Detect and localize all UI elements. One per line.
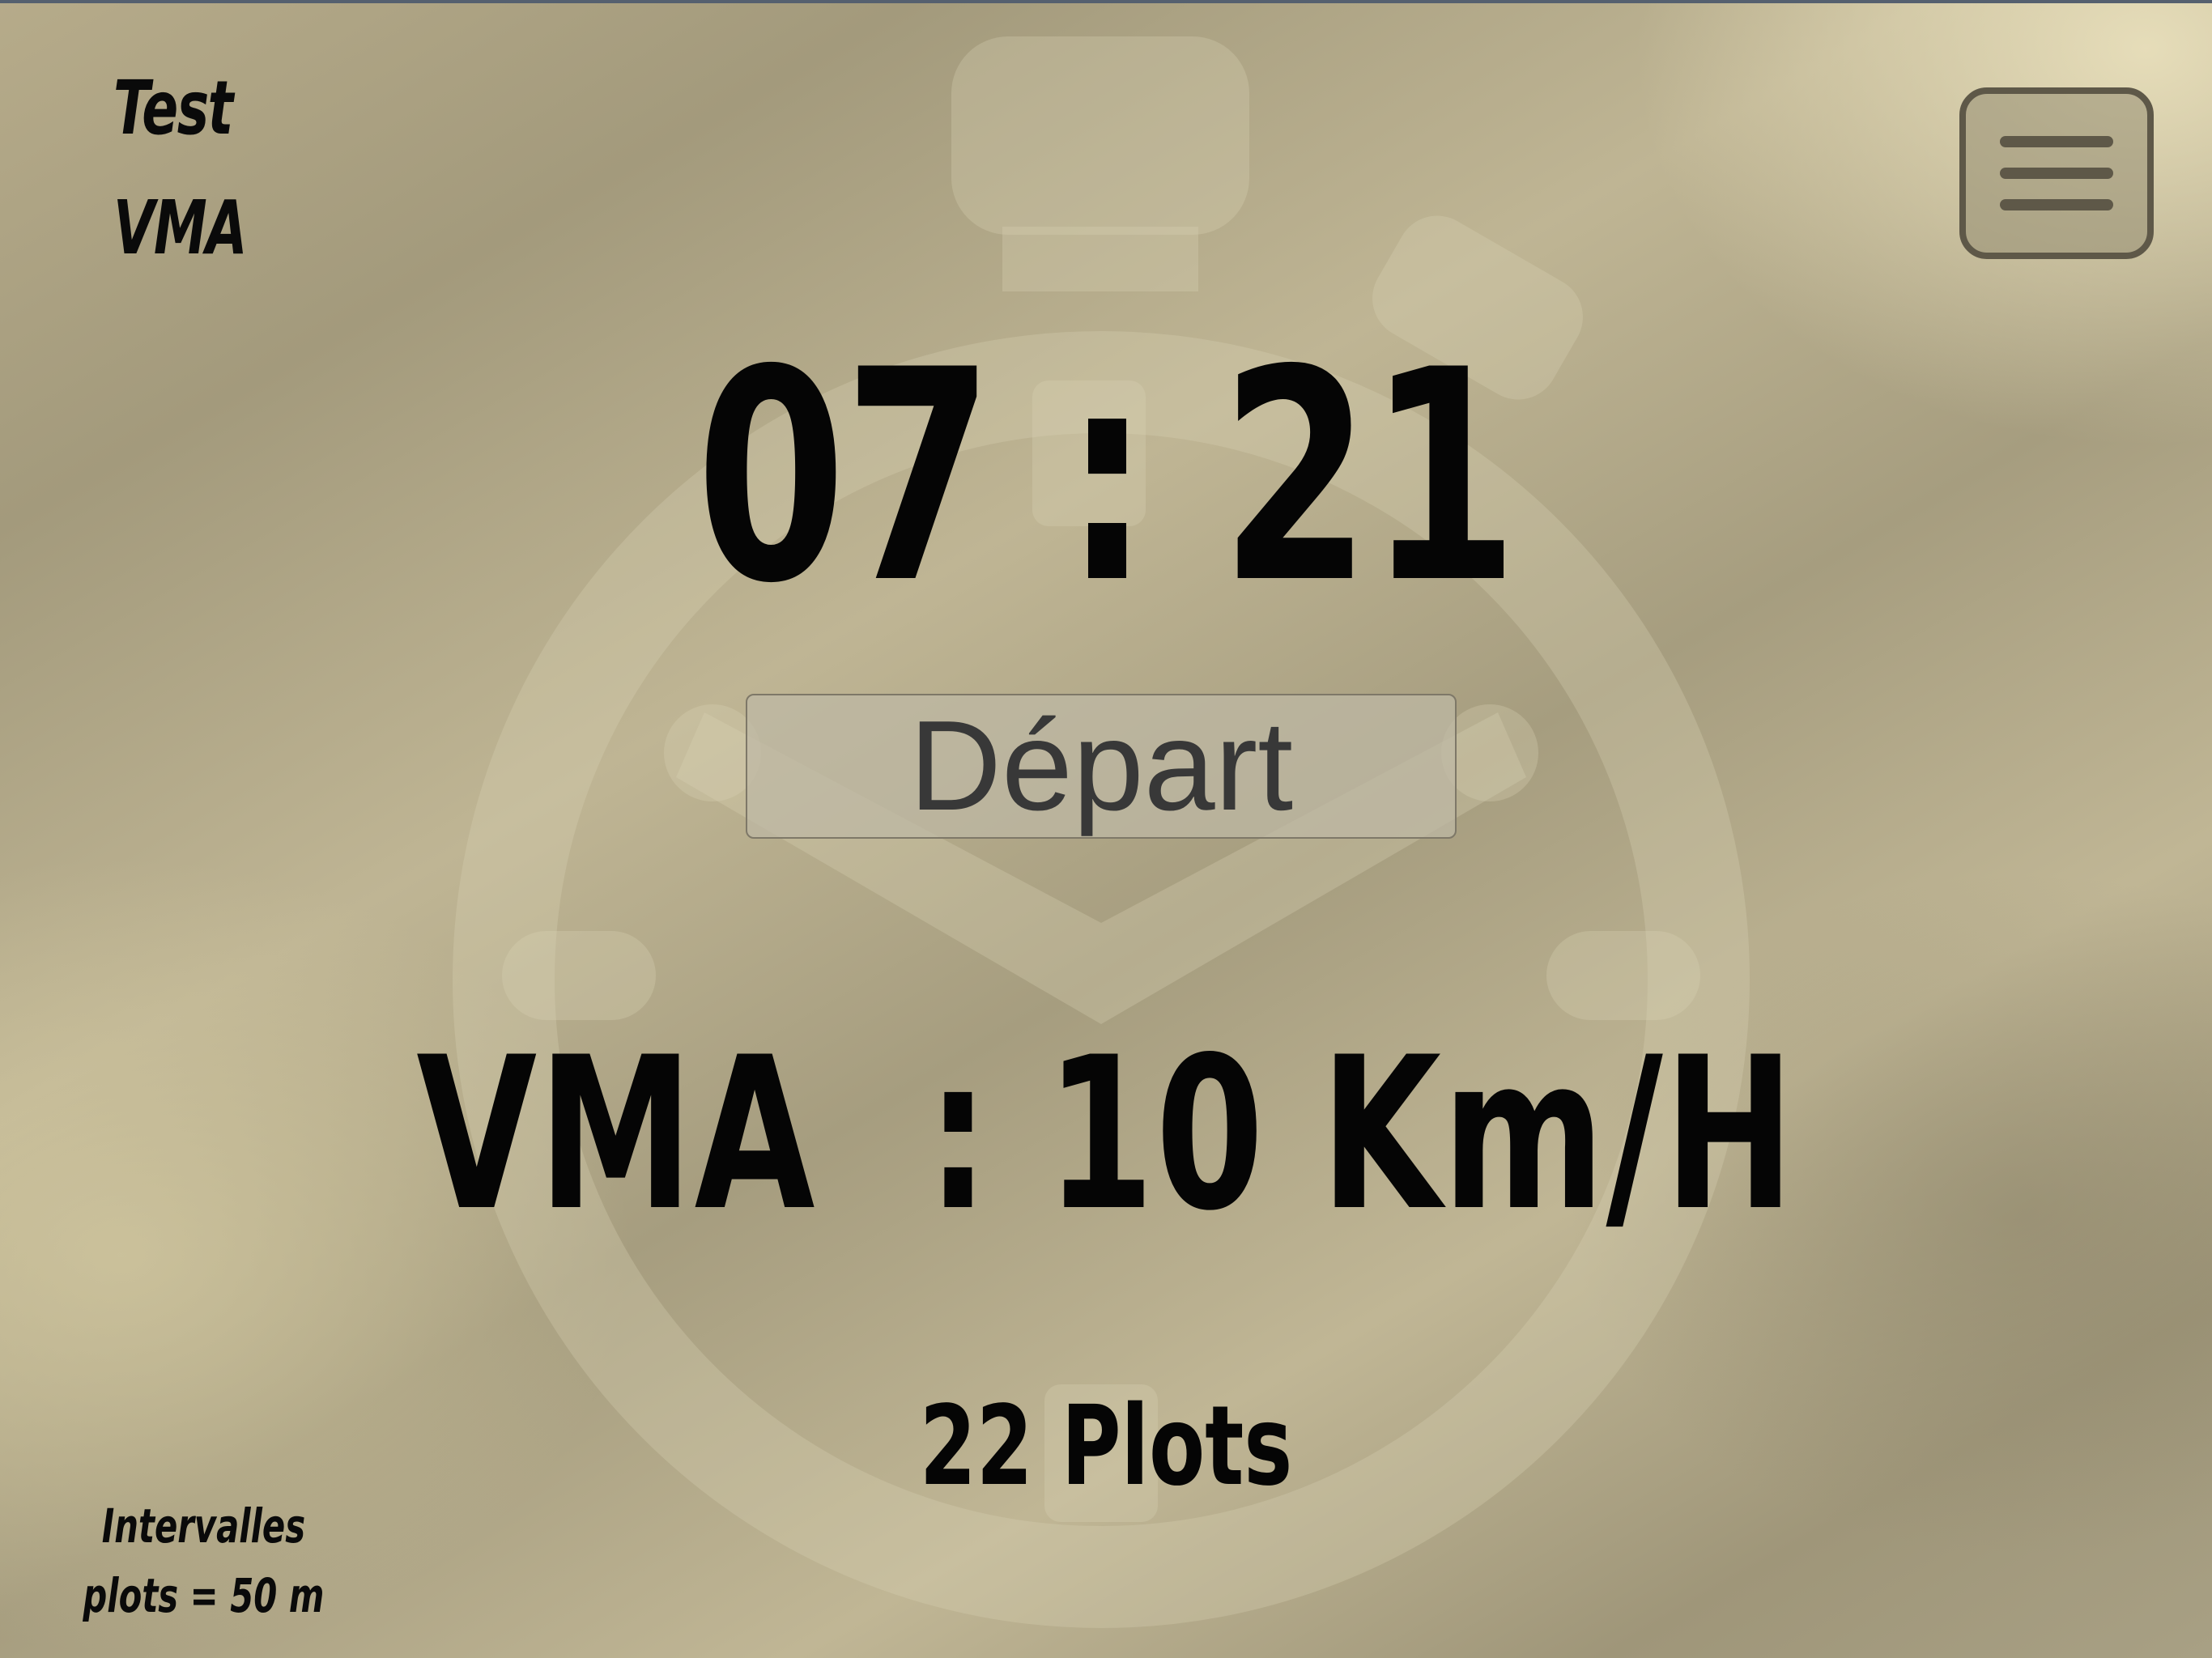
timer-display: 07 : 21 (696, 308, 1519, 647)
interval-note-line-1: Intervalles (101, 1499, 306, 1554)
app-title-line-1: Test (113, 65, 233, 151)
interval-note-line-2: plots = 50 m (83, 1568, 325, 1623)
interval-note: Intervalles plots = 50 m (81, 1491, 325, 1630)
app-title: Test VMA (113, 49, 253, 288)
app-title-line-2: VMA (113, 185, 248, 271)
vma-value: VMA : 10 Km/H (416, 1013, 1796, 1257)
plots-count: 22 Plots (919, 1383, 1293, 1511)
menu-button[interactable] (1959, 87, 2154, 259)
start-button[interactable]: Départ (746, 694, 1457, 839)
window-top-border (0, 0, 2212, 3)
